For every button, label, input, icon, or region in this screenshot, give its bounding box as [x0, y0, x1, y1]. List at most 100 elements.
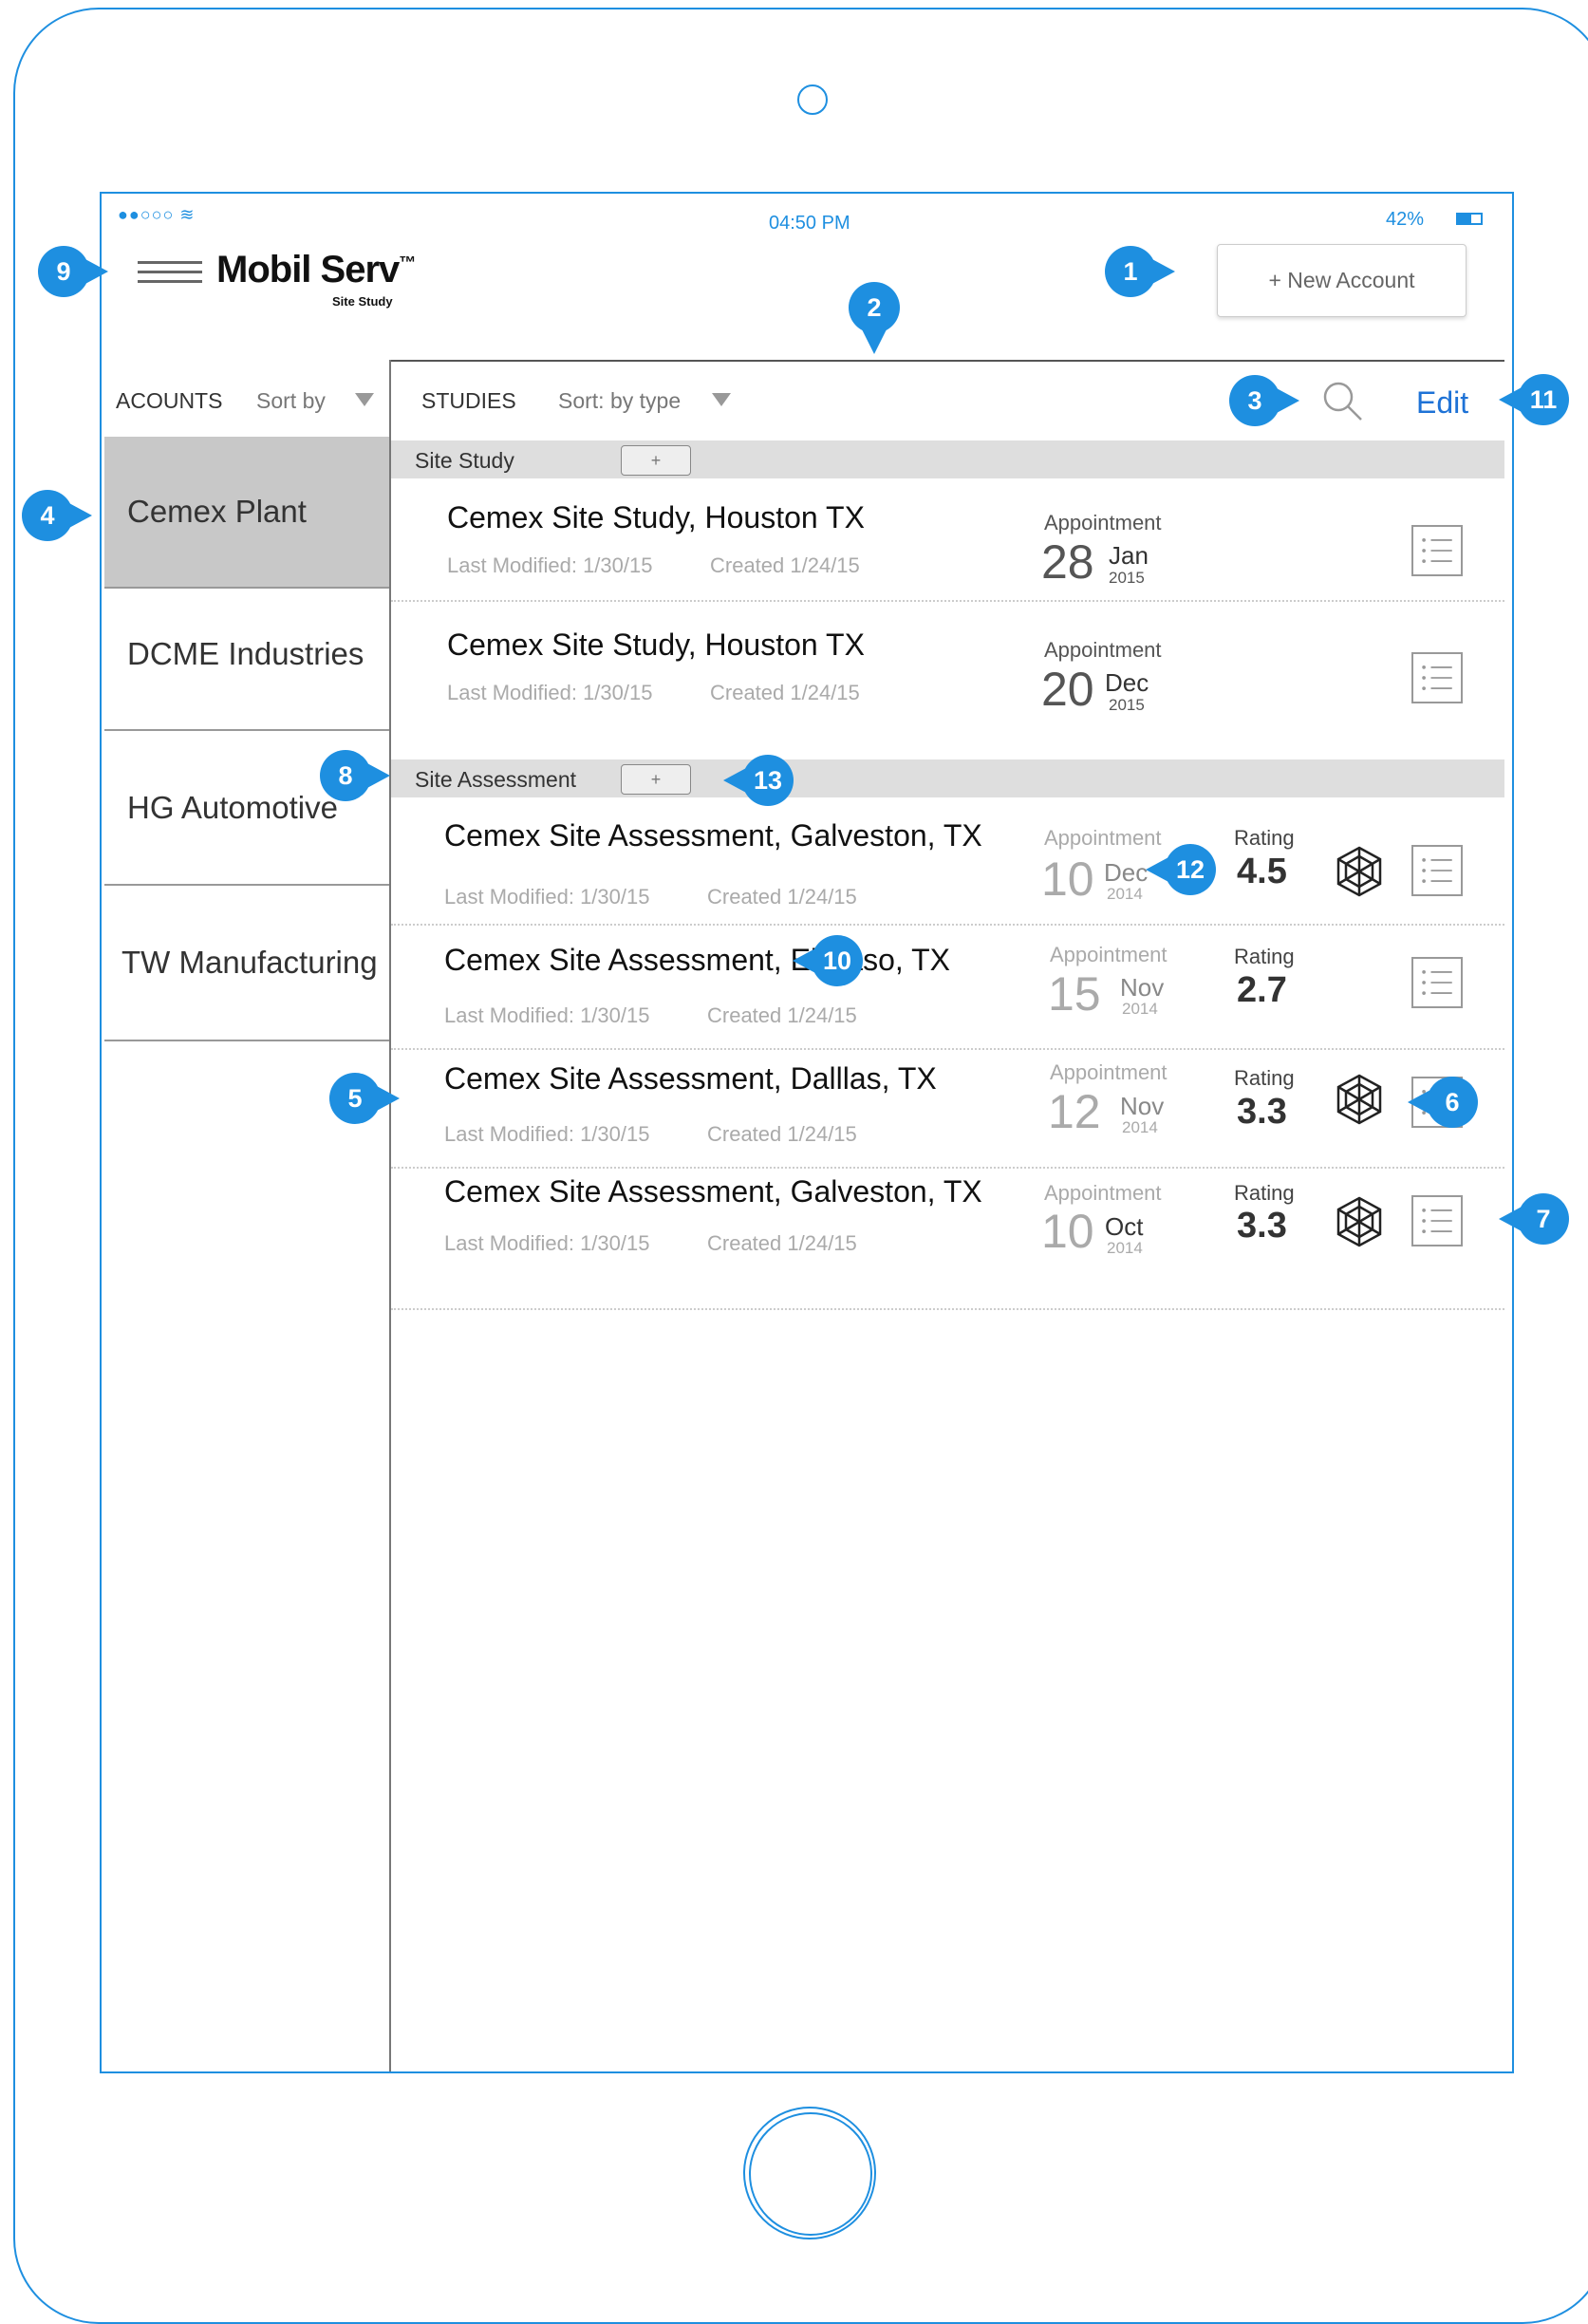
callout-1: 1: [1105, 246, 1175, 297]
study-created: Created 1/24/15: [707, 1122, 857, 1146]
study-title[interactable]: Cemex Site Assessment, Dalllas, TX: [444, 1061, 937, 1096]
study-modified: Last Modified: 1/30/15: [447, 681, 653, 704]
callout-number: 2: [867, 292, 882, 322]
appointment-month: Jan: [1109, 541, 1149, 570]
checklist-icon[interactable]: [1411, 957, 1463, 1008]
study-created: Created 1/24/15: [707, 1231, 857, 1255]
callout-7: 7: [1499, 1193, 1569, 1245]
study-modified: Last Modified: 1/30/15: [444, 1231, 650, 1255]
appointment-month: Dec: [1104, 858, 1149, 887]
account-item-label: HG Automotive: [127, 789, 338, 825]
checklist-icon[interactable]: [1411, 1195, 1463, 1246]
app-logo-tm: ™: [399, 253, 416, 272]
appointment-label: Appointment: [1044, 1181, 1162, 1205]
callout-number: 8: [338, 760, 353, 790]
study-title[interactable]: Cemex Site Study, Houston TX: [447, 628, 865, 663]
accounts-sort-caret-icon[interactable]: [355, 393, 374, 406]
appointment-label: Appointment: [1044, 511, 1162, 534]
callout-pointer: [1150, 258, 1175, 285]
callout-pointer: [1275, 387, 1299, 414]
callout-number: 13: [753, 765, 783, 795]
new-account-button[interactable]: + New Account: [1217, 244, 1467, 317]
account-item-label: Cemex Plant: [127, 494, 307, 529]
callout-number: 10: [822, 946, 852, 975]
row-separator: [391, 1048, 1504, 1050]
checklist-icon[interactable]: [1411, 845, 1463, 896]
signal-icon: ●●○○○ ≋: [118, 205, 196, 224]
appointment-day: 20: [1041, 663, 1094, 716]
radar-chart-icon[interactable]: [1333, 1195, 1386, 1248]
callout-3: 3: [1229, 375, 1299, 426]
callout-number: 9: [56, 256, 71, 286]
appointment-day: 28: [1041, 535, 1094, 589]
study-created: Created 1/24/15: [707, 885, 857, 909]
callout-pointer: [375, 1085, 400, 1112]
callout-pointer: [1408, 1089, 1432, 1115]
studies-sort-label[interactable]: Sort: by type: [558, 388, 681, 414]
search-icon[interactable]: [1319, 378, 1367, 425]
callout-5: 5: [329, 1073, 400, 1124]
account-item-label: TW Manufacturing: [121, 945, 378, 980]
callout-pointer: [365, 762, 390, 789]
callout-pointer: [1499, 386, 1523, 413]
radar-chart-icon[interactable]: [1333, 845, 1386, 898]
appointment-month: Nov: [1120, 973, 1165, 1002]
callout-number: 11: [1529, 384, 1558, 414]
header-divider: [390, 360, 1504, 362]
add-site-assessment-button[interactable]: +: [621, 764, 691, 795]
rating-label: Rating: [1234, 826, 1295, 850]
appointment-month: Dec: [1105, 668, 1149, 697]
account-item-label: DCME Industries: [127, 636, 364, 671]
callout-pointer: [793, 947, 817, 974]
callout-pointer: [861, 328, 887, 354]
studies-sort-caret-icon[interactable]: [712, 393, 731, 406]
callout-2: 2: [849, 282, 900, 354]
account-item-cemex-plant[interactable]: Cemex Plant: [104, 437, 389, 589]
row-separator: [391, 1167, 1504, 1169]
callout-10: 10: [793, 935, 863, 986]
study-created: Created 1/24/15: [710, 681, 860, 704]
hamburger-menu-icon[interactable]: [138, 261, 202, 284]
callout-6: 6: [1408, 1077, 1478, 1128]
row-separator: [391, 600, 1504, 602]
study-title[interactable]: Cemex Site Assessment, Galveston, TX: [444, 818, 982, 853]
study-modified: Last Modified: 1/30/15: [444, 885, 650, 909]
appointment-label: Appointment: [1050, 1060, 1168, 1084]
appointment-month: Oct: [1105, 1212, 1144, 1241]
app-logo: Mobil Serv™: [216, 249, 416, 291]
callout-pointer: [84, 258, 108, 285]
camera-icon: [797, 84, 828, 115]
appointment-day: 12: [1048, 1085, 1101, 1138]
callout-number: 7: [1536, 1204, 1551, 1233]
section-label: Site Study: [415, 448, 514, 473]
study-title[interactable]: Cemex Site Assessment, Galveston, TX: [444, 1174, 982, 1209]
app-logo-text: Mobil Serv: [216, 249, 400, 290]
rating-value: 3.3: [1237, 1092, 1287, 1132]
appointment-year: 2015: [1109, 696, 1145, 714]
accounts-title: ACOUNTS: [116, 388, 223, 413]
pane-divider: [389, 360, 391, 2071]
accounts-sort-label[interactable]: Sort by: [256, 388, 326, 414]
checklist-icon[interactable]: [1411, 652, 1463, 703]
app-logo-subtitle: Site Study: [332, 294, 393, 309]
account-item-dcme-industries[interactable]: DCME Industries: [104, 579, 389, 731]
appointment-year: 2014: [1107, 1239, 1143, 1257]
studies-title: STUDIES: [421, 388, 516, 413]
account-item-tw-manufacturing[interactable]: TW Manufacturing: [104, 886, 389, 1041]
section-header-site-study: [391, 440, 1504, 478]
edit-button[interactable]: Edit: [1416, 385, 1468, 421]
study-modified: Last Modified: 1/30/15: [444, 1122, 650, 1146]
radar-chart-icon[interactable]: [1333, 1073, 1386, 1126]
status-time: 04:50 PM: [769, 213, 850, 234]
checklist-icon[interactable]: [1411, 525, 1463, 576]
appointment-year: 2015: [1109, 569, 1145, 587]
study-title[interactable]: Cemex Site Assessment, El Paso, TX: [444, 943, 950, 978]
study-created: Created 1/24/15: [707, 1003, 857, 1027]
study-title[interactable]: Cemex Site Study, Houston TX: [447, 500, 865, 535]
callout-pointer: [723, 767, 748, 794]
add-site-study-button[interactable]: +: [621, 445, 691, 476]
callout-9: 9: [38, 246, 108, 297]
rating-value: 2.7: [1237, 970, 1287, 1010]
rating-label: Rating: [1234, 1181, 1295, 1205]
row-separator: [391, 1308, 1504, 1310]
